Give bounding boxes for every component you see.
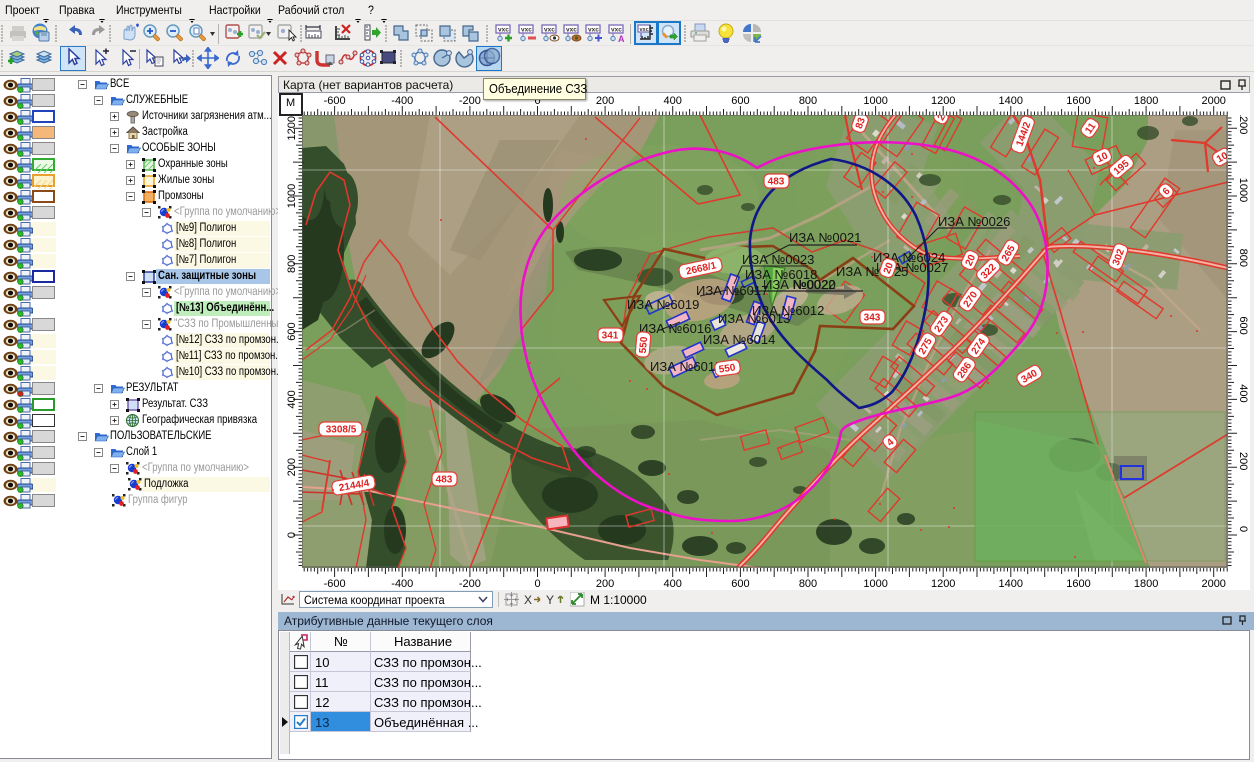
svg-text:600: 600 — [731, 95, 749, 107]
svg-text:-200: -200 — [459, 95, 481, 107]
svg-text:1800: 1800 — [1134, 95, 1158, 107]
svg-text:ИЗА №6017: ИЗА №6017 — [696, 283, 768, 298]
svg-text:ИЗА №0023: ИЗА №0023 — [742, 252, 814, 267]
svg-text:vxc: vxc — [611, 27, 622, 34]
svg-text:1400: 1400 — [999, 578, 1023, 590]
svg-text:-400: -400 — [391, 95, 413, 107]
svg-text:2000: 2000 — [1201, 95, 1225, 107]
svg-text:vxc: vxc — [544, 27, 555, 34]
svg-text:800: 800 — [799, 95, 817, 107]
svg-text:200: 200 — [286, 458, 298, 476]
svg-text:ИЗА №6013: ИЗА №6013 — [718, 311, 790, 326]
svg-text:vxc: vxc — [498, 27, 509, 34]
svg-text:2000: 2000 — [1201, 578, 1225, 590]
svg-text:vxc: vxc — [566, 27, 577, 34]
svg-text:ИЗА №0026: ИЗА №0026 — [938, 214, 1010, 229]
svg-text:200: 200 — [596, 578, 614, 590]
svg-text:ИЗА №6014: ИЗА №6014 — [703, 332, 775, 347]
svg-text:600: 600 — [731, 578, 749, 590]
svg-text:ИЗА №0021: ИЗА №0021 — [789, 230, 861, 245]
svg-text:483: 483 — [768, 177, 785, 188]
svg-text:1200: 1200 — [931, 578, 955, 590]
svg-text:1800: 1800 — [1134, 578, 1158, 590]
svg-text:1200: 1200 — [286, 116, 298, 140]
svg-text:1400: 1400 — [999, 95, 1023, 107]
svg-text:1600: 1600 — [1066, 578, 1090, 590]
svg-text:600: 600 — [286, 322, 298, 340]
svg-text:483: 483 — [436, 475, 453, 486]
svg-text:-600: -600 — [324, 578, 346, 590]
svg-text:343: 343 — [864, 313, 881, 324]
svg-text:0: 0 — [534, 578, 540, 590]
svg-text:550: 550 — [638, 336, 650, 354]
svg-text:-400: -400 — [391, 578, 413, 590]
svg-text:800: 800 — [286, 255, 298, 273]
svg-text:3308/5: 3308/5 — [326, 425, 357, 436]
svg-text:1200: 1200 — [931, 95, 955, 107]
svg-text:1000: 1000 — [863, 95, 887, 107]
svg-text:A: A — [618, 34, 625, 43]
svg-text:200: 200 — [1237, 452, 1249, 470]
svg-text:800: 800 — [1237, 249, 1249, 267]
svg-text:200: 200 — [596, 95, 614, 107]
svg-text:1000: 1000 — [286, 184, 298, 208]
svg-text:400: 400 — [1237, 384, 1249, 402]
svg-text:1200: 1200 — [1237, 110, 1249, 134]
svg-text:341: 341 — [602, 331, 619, 342]
svg-text:vxc: vxc — [588, 27, 599, 34]
svg-text:№0020: №0020 — [793, 277, 836, 292]
svg-text:1000: 1000 — [863, 578, 887, 590]
svg-text:-200: -200 — [459, 578, 481, 590]
svg-text:ИЗА №6015: ИЗА №6015 — [650, 359, 722, 374]
svg-text:1000: 1000 — [1237, 178, 1249, 202]
svg-text:400: 400 — [664, 95, 682, 107]
svg-text:-600: -600 — [324, 95, 346, 107]
svg-text:ИЗА №6019: ИЗА №6019 — [627, 297, 699, 312]
svg-text:800: 800 — [799, 578, 817, 590]
svg-text:0: 0 — [286, 532, 298, 538]
svg-text:0: 0 — [1237, 526, 1249, 532]
svg-text:600: 600 — [1237, 316, 1249, 334]
svg-text:400: 400 — [286, 390, 298, 408]
svg-text:vxc: vxc — [521, 27, 532, 34]
svg-text:vxc: vxc — [640, 27, 649, 33]
svg-text:1600: 1600 — [1066, 95, 1090, 107]
svg-text:400: 400 — [664, 578, 682, 590]
